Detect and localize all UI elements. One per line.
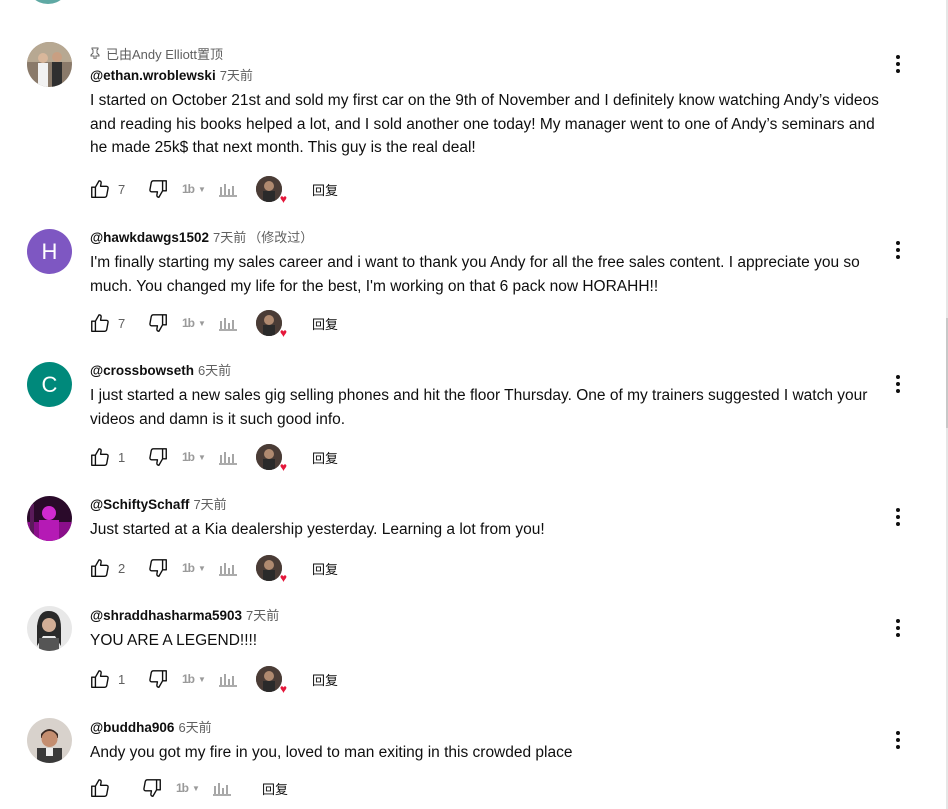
heart-icon: ♥: [279, 571, 287, 585]
comment-time[interactable]: 7天前: [246, 608, 279, 623]
creator-heart[interactable]: ♥: [255, 555, 287, 584]
creator-avatar: [255, 176, 282, 202]
more-vertical-icon[interactable]: [889, 372, 907, 396]
translate-icon[interactable]: 1b ▼: [182, 450, 206, 464]
comment-author[interactable]: @shraddhasharma5903: [90, 608, 242, 623]
avatar-letter: H: [41, 238, 58, 264]
creator-avatar: [255, 555, 282, 581]
thumbs-up-icon[interactable]: [88, 556, 112, 580]
bar-chart-icon[interactable]: [216, 667, 240, 691]
thumbs-up-icon[interactable]: [88, 667, 112, 691]
reply-button[interactable]: 回复: [262, 779, 288, 798]
reply-button[interactable]: 回复: [312, 670, 338, 689]
thumbs-down-icon[interactable]: [146, 667, 170, 691]
bar-chart-icon[interactable]: [216, 177, 240, 201]
thumbs-up-icon[interactable]: [88, 177, 112, 201]
thumbs-up-icon[interactable]: [88, 445, 112, 469]
more-vertical-icon[interactable]: [889, 52, 907, 76]
translate-icon[interactable]: 1b ▼: [176, 781, 200, 795]
more-vertical-icon[interactable]: [889, 728, 907, 752]
heart-icon: ♥: [279, 460, 287, 474]
creator-heart[interactable]: ♥: [255, 444, 287, 473]
avatar[interactable]: C: [27, 362, 72, 407]
thumbs-up-icon[interactable]: [88, 776, 112, 800]
more-vertical-icon[interactable]: [889, 505, 907, 529]
avatar-letter: C: [41, 371, 58, 397]
creator-avatar: [255, 444, 282, 470]
like-count: 1: [118, 671, 126, 687]
avatar[interactable]: [27, 496, 72, 541]
avatar[interactable]: [27, 606, 72, 651]
bar-chart-icon[interactable]: [210, 776, 234, 800]
avatar[interactable]: H: [27, 229, 72, 274]
translate-icon[interactable]: 1b ▼: [182, 182, 206, 196]
comment-author[interactable]: @ethan.wroblewski: [90, 68, 216, 83]
comment-text: I started on October 21st and sold my fi…: [90, 92, 879, 156]
heart-icon: ♥: [279, 192, 287, 206]
comment-text: YOU ARE A LEGEND!!!!: [90, 632, 258, 649]
comment-author[interactable]: @buddha906: [90, 720, 174, 735]
comment-text: Andy you got my fire in you, loved to ma…: [90, 744, 573, 761]
comment-text: I just started a new sales gig selling p…: [90, 387, 868, 428]
comment-text: Just started at a Kia dealership yesterd…: [90, 521, 545, 538]
creator-avatar: [255, 310, 282, 336]
comment-time[interactable]: 6天前: [178, 720, 211, 735]
like-count: 2: [118, 560, 126, 576]
reply-button[interactable]: 回复: [312, 180, 338, 199]
like-count: 7: [118, 315, 126, 331]
thumbs-down-icon[interactable]: [146, 311, 170, 335]
creator-avatar: [255, 666, 282, 692]
avatar[interactable]: [27, 718, 72, 763]
comment-time[interactable]: 7天前: [193, 497, 226, 512]
pin-icon: [90, 47, 100, 59]
comment-author[interactable]: @crossbowseth: [90, 363, 194, 378]
reply-button[interactable]: 回复: [312, 559, 338, 578]
reply-button[interactable]: 回复: [312, 448, 338, 467]
creator-heart[interactable]: ♥: [255, 176, 287, 205]
comment-text: I'm finally starting my sales career and…: [90, 254, 860, 295]
thumbs-up-icon[interactable]: [88, 311, 112, 335]
bar-chart-icon[interactable]: [216, 556, 240, 580]
comment-time[interactable]: 7天前: [213, 230, 246, 245]
bar-chart-icon[interactable]: [216, 311, 240, 335]
thumbs-down-icon[interactable]: [140, 776, 164, 800]
thumbs-down-icon[interactable]: [146, 177, 170, 201]
thumbs-down-icon[interactable]: [146, 445, 170, 469]
creator-heart[interactable]: ♥: [255, 310, 287, 339]
comment-time[interactable]: 6天前: [198, 363, 231, 378]
bar-chart-icon[interactable]: [216, 445, 240, 469]
pinned-text: 已由Andy Elliott置顶: [106, 46, 224, 62]
like-count: 1: [118, 449, 126, 465]
pinned-label: 已由Andy Elliott置顶: [90, 44, 880, 62]
comment-time[interactable]: 7天前: [220, 68, 253, 83]
like-count: 7: [118, 181, 126, 197]
reply-button[interactable]: 回复: [312, 314, 338, 333]
creator-heart[interactable]: ♥: [255, 666, 287, 695]
translate-icon[interactable]: 1b ▼: [182, 316, 206, 330]
comment-author[interactable]: @hawkdawgs1502: [90, 230, 209, 245]
translate-icon[interactable]: 1b ▼: [182, 561, 206, 575]
edited-label: （修改过）: [248, 230, 314, 245]
more-vertical-icon[interactable]: [889, 238, 907, 262]
heart-icon: ♥: [279, 682, 287, 696]
previous-comment-avatar[interactable]: [26, 0, 70, 4]
comment-author[interactable]: @SchiftySchaff: [90, 497, 189, 512]
translate-icon[interactable]: 1b ▼: [182, 672, 206, 686]
avatar[interactable]: [27, 42, 72, 87]
heart-icon: ♥: [279, 326, 287, 340]
more-vertical-icon[interactable]: [889, 616, 907, 640]
thumbs-down-icon[interactable]: [146, 556, 170, 580]
